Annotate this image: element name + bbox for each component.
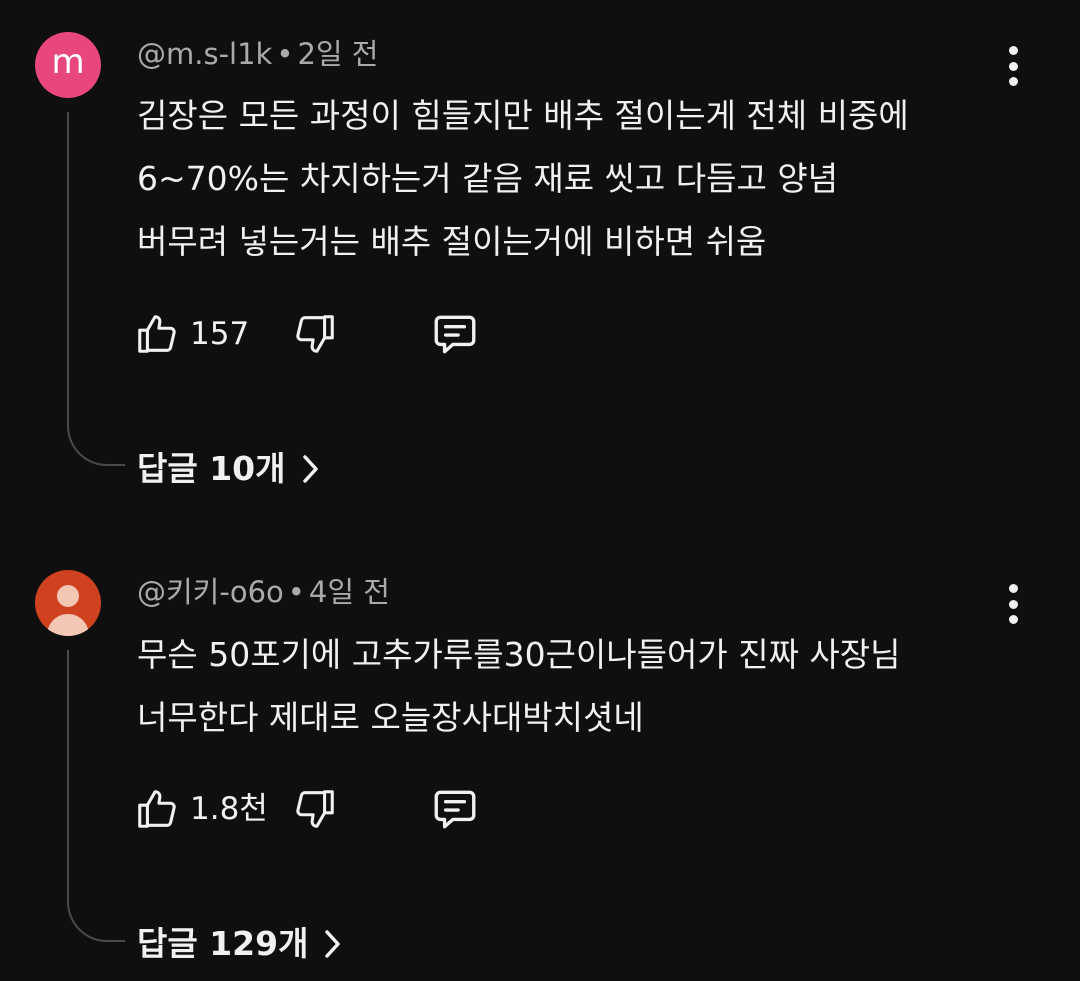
default-person-avatar-icon [47,585,89,636]
thumbs-down-icon [296,790,334,828]
thread-line [67,650,125,942]
comment-actions: 1.8천 [134,784,494,834]
comment-item: @키키-o6o • 4일 전 무슨 50포기에 고추가루를30근이나들어가 진짜 사… [0,0,1080,981]
like-count: 1.8천 [190,790,268,827]
author-handle[interactable]: @키키-o6o [137,575,284,609]
reply-comment-icon [434,790,476,829]
replies-label: 답글 129개 [137,924,309,963]
more-options-button[interactable] [996,582,1030,626]
avatar[interactable] [35,570,101,636]
comment-meta: @키키-o6o • 4일 전 [137,578,390,607]
more-vertical-icon [1008,584,1018,593]
like-button[interactable]: 1.8천 [134,784,268,834]
view-replies-button[interactable]: 답글 129개 [137,927,342,960]
meta-separator: • [287,575,305,609]
chevron-right-icon [325,929,341,958]
reply-button[interactable] [430,784,480,834]
comment-time: 4일 전 [308,575,390,609]
dislike-button[interactable] [292,784,338,834]
comment-text: 무슨 50포기에 고추가루를30근이나들어가 진짜 사장님 너무한다 제대로 오… [137,635,901,737]
more-dot [1008,599,1018,609]
thumbs-up-icon [138,790,176,828]
